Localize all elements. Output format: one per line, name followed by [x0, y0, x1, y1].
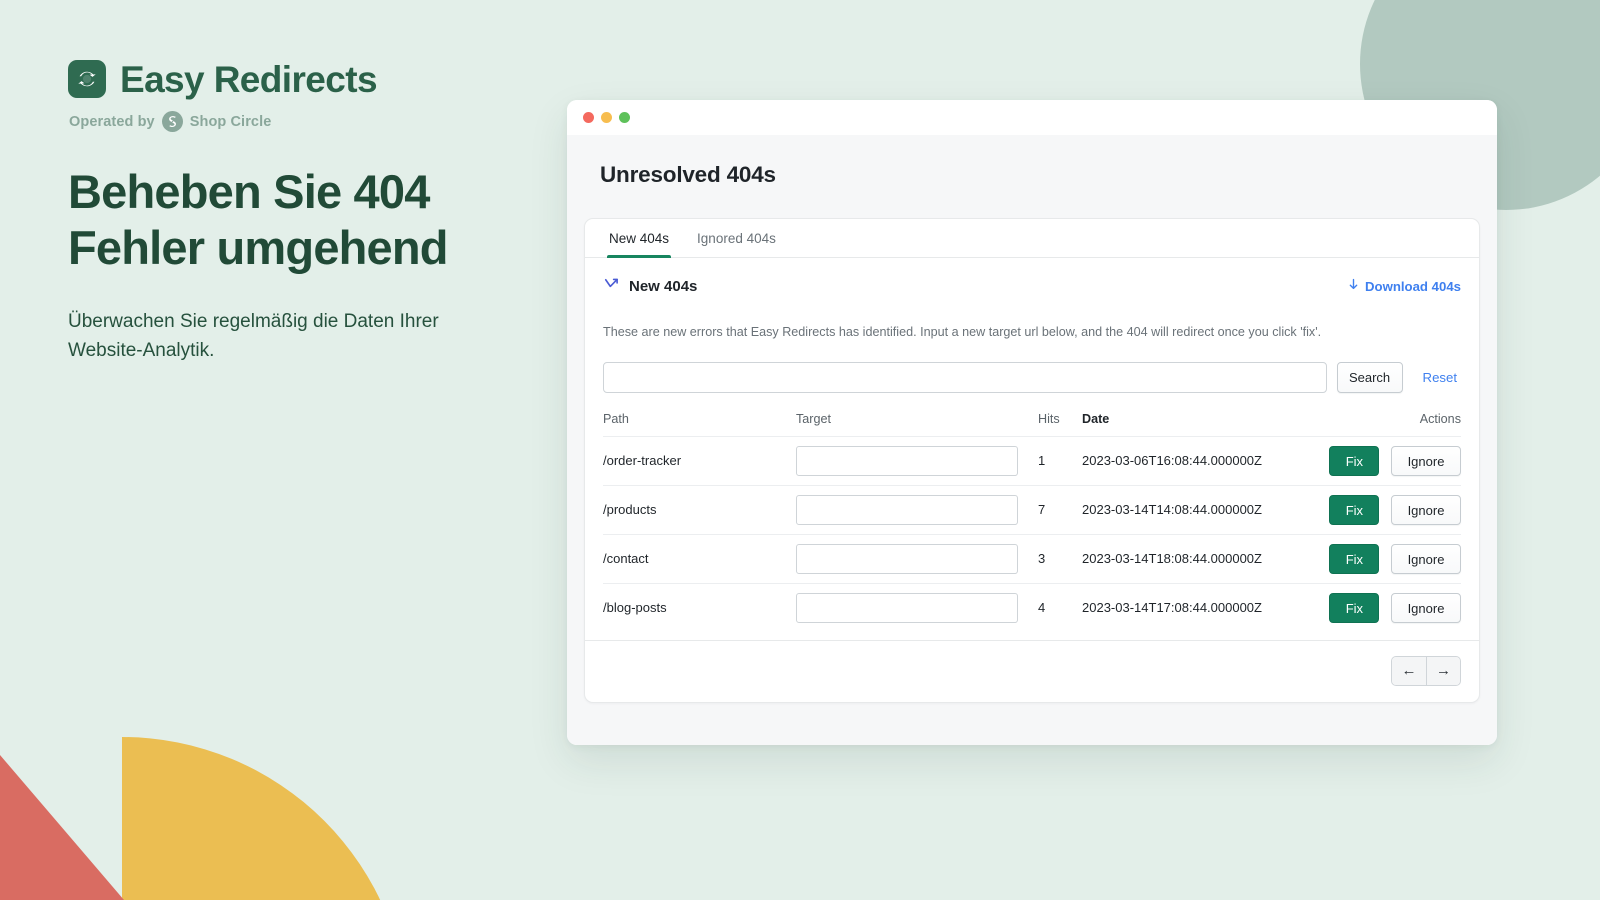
card-footer: ← → [585, 639, 1479, 702]
column-header-date[interactable]: Date [1082, 412, 1318, 437]
card-description: These are new errors that Easy Redirects… [603, 325, 1322, 339]
window-content: Unresolved 404s New 404s Ignored 404s Ne… [567, 135, 1497, 745]
target-url-input[interactable] [796, 445, 1018, 476]
cell-actions: Fix Ignore [1318, 533, 1461, 584]
tab-ignored-404s-label: Ignored 404s [697, 230, 776, 246]
unresolved-404s-card: New 404s Ignored 404s New 404s Download … [584, 218, 1480, 703]
cell-hits: 3 [1038, 533, 1082, 584]
page-title: Unresolved 404s [600, 162, 776, 187]
cell-path: /products [603, 484, 796, 535]
cell-path: /blog-posts [603, 582, 796, 632]
close-dot-icon[interactable] [583, 112, 594, 123]
pagination-next-button[interactable]: → [1426, 656, 1460, 685]
cell-actions: Fix Ignore [1318, 582, 1461, 632]
ignore-button[interactable]: Ignore [1391, 494, 1461, 525]
cell-hits: 7 [1038, 484, 1082, 535]
column-header-actions: Actions [1419, 411, 1461, 426]
column-header-hits[interactable]: Hits [1038, 412, 1082, 437]
cell-target [796, 484, 1038, 535]
arrow-left-icon: ← [1401, 662, 1417, 680]
search-button[interactable]: Search [1336, 361, 1403, 393]
partner-name: Shop Circle [189, 113, 272, 130]
operated-by-label: Operated by [69, 113, 155, 130]
minimize-dot-icon[interactable] [601, 112, 612, 123]
search-row: Search Reset [603, 361, 1461, 393]
operated-by-row: Operated by Shop Circle [69, 111, 538, 132]
cell-date: 2023-03-14T18:08:44.000000Z [1082, 533, 1318, 584]
cell-date: 2023-03-06T16:08:44.000000Z [1082, 435, 1318, 486]
card-header-left: New 404s [603, 275, 697, 297]
cell-path: /contact [603, 533, 796, 584]
pagination-prev-button[interactable]: ← [1392, 656, 1426, 685]
table-row: /contact 3 2023-03-14T18:08:44.000000Z F… [603, 533, 1461, 584]
table-body: /order-tracker 1 2023-03-06T16:08:44.000… [603, 435, 1461, 632]
fix-button[interactable]: Fix [1329, 543, 1380, 574]
target-url-input[interactable] [796, 592, 1018, 623]
cell-date: 2023-03-14T17:08:44.000000Z [1082, 582, 1318, 632]
pagination: ← → [1391, 655, 1461, 686]
column-header-target[interactable]: Target [796, 412, 1038, 437]
download-404s-label: Download 404s [1364, 278, 1461, 294]
tab-new-404s[interactable]: New 404s [595, 219, 683, 258]
brand-lockup: Easy Redirects [68, 60, 538, 98]
card-body: New 404s Download 404s These are new err… [585, 258, 1479, 632]
cell-target [796, 435, 1038, 486]
fix-button[interactable]: Fix [1329, 592, 1380, 623]
table-row: /blog-posts 4 2023-03-14T17:08:44.000000… [603, 582, 1461, 632]
arrow-right-icon: → [1436, 662, 1451, 680]
download-404s-button[interactable]: Download 404s [1347, 278, 1461, 295]
target-url-input[interactable] [796, 494, 1018, 525]
cell-hits: 4 [1038, 582, 1082, 632]
cell-hits: 1 [1038, 435, 1082, 486]
table-row: /order-tracker 1 2023-03-06T16:08:44.000… [603, 435, 1461, 486]
cell-actions: Fix Ignore [1318, 435, 1461, 486]
page-headline: Beheben Sie 404 Fehler umgehend [68, 165, 449, 275]
target-url-input[interactable] [796, 543, 1018, 574]
page-subheadline: Überwachen Sie regelmäßig die Daten Ihre… [68, 310, 439, 362]
brand-name: Easy Redirects [120, 58, 378, 100]
cell-date: 2023-03-14T14:08:44.000000Z [1082, 484, 1318, 535]
trending-down-icon [603, 275, 620, 297]
table-row: /products 7 2023-03-14T14:08:44.000000Z … [603, 484, 1461, 535]
tab-bar: New 404s Ignored 404s [585, 219, 1479, 258]
table-header-row: Path Target Hits Date Actions [603, 412, 1461, 437]
column-header-path[interactable]: Path [603, 412, 796, 437]
card-header-title: New 404s [629, 277, 698, 295]
maximize-dot-icon[interactable] [619, 112, 630, 123]
cell-target [796, 533, 1038, 584]
search-input[interactable] [603, 361, 1327, 393]
ignore-button[interactable]: Ignore [1391, 592, 1461, 623]
hero-panel: Easy Redirects Operated by Shop Circle B… [68, 60, 538, 366]
window-titlebar [567, 100, 1497, 135]
shop-circle-icon [161, 111, 183, 132]
reset-button[interactable]: Reset [1419, 362, 1461, 393]
tab-new-404s-label: New 404s [609, 230, 670, 246]
404-table: Path Target Hits Date Actions /order-tra… [603, 412, 1461, 632]
fix-button[interactable]: Fix [1329, 494, 1380, 525]
decor-quarter-circle-bottom-left [122, 737, 408, 900]
browser-window: Unresolved 404s New 404s Ignored 404s Ne… [567, 100, 1497, 745]
card-header: New 404s Download 404s [603, 275, 1461, 297]
decor-triangle-bottom-left [0, 755, 124, 900]
cell-target [796, 582, 1038, 632]
ignore-button[interactable]: Ignore [1391, 543, 1461, 574]
cell-path: /order-tracker [603, 435, 796, 486]
fix-button[interactable]: Fix [1329, 445, 1380, 476]
ignore-button[interactable]: Ignore [1391, 445, 1461, 476]
table-header: Path Target Hits Date Actions [603, 412, 1461, 437]
cell-actions: Fix Ignore [1318, 484, 1461, 535]
redirect-arrows-icon [68, 60, 106, 98]
tab-ignored-404s[interactable]: Ignored 404s [683, 219, 790, 257]
download-arrow-icon [1347, 278, 1360, 295]
